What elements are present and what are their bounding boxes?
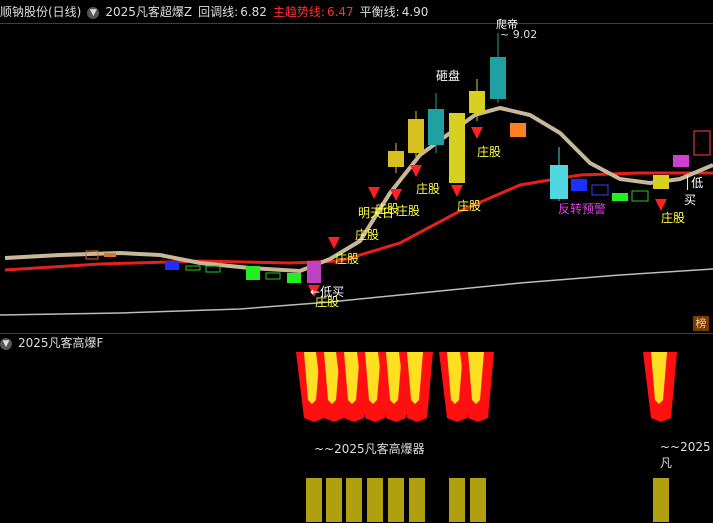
candle [673, 155, 689, 167]
signal-arrow [451, 185, 463, 197]
signal-arrow [368, 187, 380, 199]
candle [449, 113, 465, 183]
candle [165, 261, 179, 270]
signal-zhuanggu: 庄股 [661, 211, 686, 225]
candle [185, 265, 201, 271]
main-chart-header: 顺钠股份(日线) ▼ 2025凡客超爆Z 回调线: 6.82 主趋势线: 6.47 平衡线: 4… [0, 2, 434, 22]
candle [693, 130, 711, 156]
sub-label-left: ~~2025凡客高爆器 [314, 442, 425, 456]
volume-bar [346, 478, 362, 522]
sub-chart-header: ▼ 2025凡客高爆F [0, 333, 109, 353]
candle [265, 272, 281, 280]
signal-zhuanggu: 庄股 [416, 182, 441, 196]
pullback-value: 6.82 [240, 5, 267, 19]
candle [510, 123, 526, 137]
candle [287, 273, 301, 283]
balance-line [0, 268, 713, 316]
candle [307, 261, 321, 283]
signal-dimai: │低买 [684, 176, 704, 207]
signal-zhuanggu: 庄股 [477, 145, 502, 159]
sub-indicator-name[interactable]: 2025凡客高爆F [18, 336, 103, 350]
candle [653, 175, 669, 189]
signal-dimai-text: 低买 [684, 176, 704, 207]
candle [205, 265, 221, 273]
indicator-name[interactable]: 2025凡客超爆Z [105, 5, 192, 19]
signal-fanzhuan: 反转预警 [558, 202, 607, 216]
volume-bar [470, 478, 486, 522]
smash-label: 砸盘 [436, 69, 461, 83]
candle [612, 193, 628, 201]
signal-zhuanggu: 庄股 [355, 228, 380, 242]
pullback-line [4, 105, 713, 274]
trend-value: 6.47 [326, 5, 354, 19]
volume-bar [449, 478, 465, 522]
volume-bar [388, 478, 404, 522]
candle [591, 184, 609, 196]
signal-zhuanggu: 庄股 [335, 252, 360, 266]
peak-price-label: ~ 9.02 [500, 28, 538, 41]
volume-bar [326, 478, 342, 522]
signal-arrow [410, 165, 422, 177]
signal-zhuanggu: 庄股 [396, 204, 421, 218]
volume-bar [367, 478, 383, 522]
stock-name[interactable]: 顺钠股份(日线) [0, 5, 81, 19]
pullback-label: 回调线: [198, 5, 239, 19]
volume-bar [653, 478, 669, 522]
signal-dimai-text: 低买 [320, 285, 345, 299]
signal-zhuanggu: 庄股 [457, 199, 482, 213]
signal-arrow [471, 127, 483, 139]
sub-indicator-chart[interactable] [0, 352, 713, 522]
sub-label-right: ~~2025凡 [660, 440, 711, 470]
candle [571, 179, 587, 191]
candle [246, 266, 260, 280]
main-candlestick-chart[interactable] [0, 23, 713, 333]
trend-label: 主趋势线: [272, 5, 325, 19]
signal-arrow [328, 237, 340, 249]
ranking-badge[interactable]: 榜 [693, 316, 709, 331]
balance-label: 平衡线: [359, 5, 400, 19]
peak-price-value: 9.02 [512, 28, 538, 41]
candle [631, 190, 649, 202]
signal-mingtian: 明天日 [358, 206, 395, 220]
volume-bar [306, 478, 322, 522]
collapse-toggle-icon[interactable]: ▼ [0, 337, 12, 350]
candle [104, 253, 116, 257]
signal-dimai: ←低买 [310, 285, 345, 299]
balance-value: 4.90 [401, 5, 429, 19]
collapse-toggle-icon[interactable]: ▼ [87, 6, 100, 19]
volume-bar [409, 478, 425, 522]
